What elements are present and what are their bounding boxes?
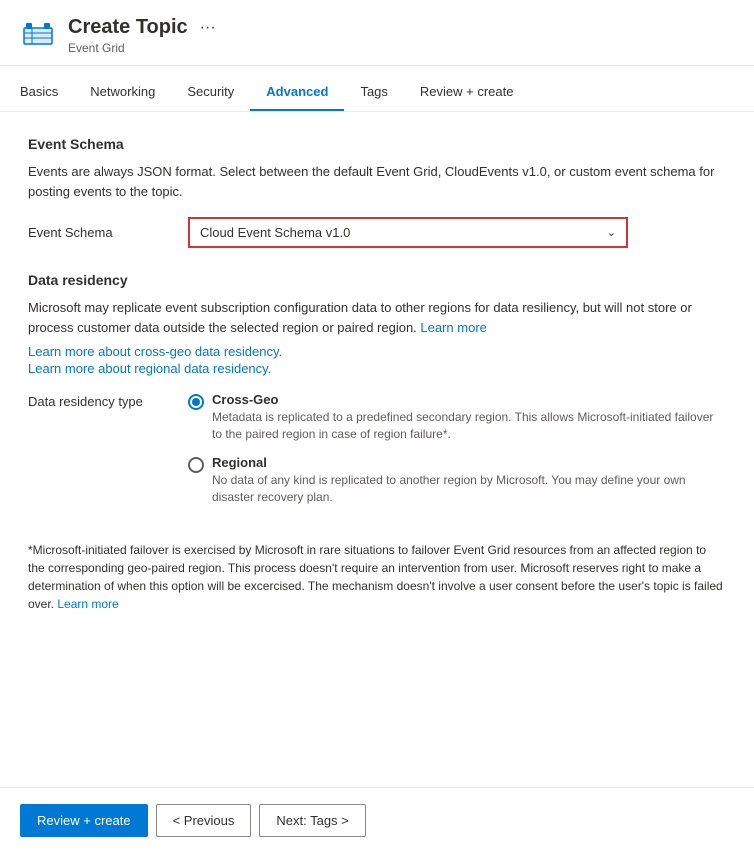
footer-note: *Microsoft-initiated failover is exercis… (28, 537, 726, 613)
tab-networking[interactable]: Networking (74, 74, 171, 111)
title-text: Create Topic (68, 16, 188, 39)
previous-button[interactable]: < Previous (156, 804, 252, 837)
event-schema-section-title: Event Schema (28, 136, 726, 152)
chevron-down-icon: ⌄ (607, 226, 616, 239)
tab-bar: Basics Networking Security Advanced Tags… (0, 74, 754, 112)
data-residency-section: Data residency Microsoft may replicate e… (28, 272, 726, 517)
cross-geo-link[interactable]: Learn more about cross-geo data residenc… (28, 344, 726, 359)
event-schema-select-wrapper: Cloud Event Schema v1.0 ⌄ (188, 217, 628, 248)
page-title: Create Topic ··· (68, 16, 220, 39)
radio-options: Cross-Geo Metadata is replicated to a pr… (188, 392, 726, 517)
radio-regional-label-block: Regional No data of any kind is replicat… (212, 455, 726, 506)
page-header: Create Topic ··· Event Grid (0, 0, 754, 66)
event-schema-select[interactable]: Cloud Event Schema v1.0 ⌄ (188, 217, 628, 248)
tab-basics[interactable]: Basics (20, 74, 74, 111)
event-grid-icon (20, 18, 56, 54)
header-text: Create Topic ··· Event Grid (68, 16, 220, 55)
radio-cross-geo-label-block: Cross-Geo Metadata is replicated to a pr… (212, 392, 726, 443)
radio-cross-geo-circle[interactable] (188, 394, 204, 410)
radio-cross-geo[interactable]: Cross-Geo Metadata is replicated to a pr… (188, 392, 726, 443)
radio-row: Data residency type Cross-Geo Metadata i… (28, 392, 726, 517)
regional-desc: No data of any kind is replicated to ano… (212, 472, 726, 506)
main-content: Event Schema Events are always JSON form… (0, 112, 754, 787)
tab-advanced[interactable]: Advanced (250, 74, 344, 111)
ellipsis-button[interactable]: ··· (196, 17, 220, 39)
next-button[interactable]: Next: Tags > (259, 804, 365, 837)
data-residency-type-label: Data residency type (28, 392, 188, 517)
event-schema-value: Cloud Event Schema v1.0 (200, 225, 350, 240)
radio-regional-circle[interactable] (188, 457, 204, 473)
radio-group: Data residency type Cross-Geo Metadata i… (28, 392, 726, 517)
event-schema-description: Events are always JSON format. Select be… (28, 162, 726, 201)
event-schema-field-row: Event Schema Cloud Event Schema v1.0 ⌄ (28, 217, 726, 248)
tab-tags[interactable]: Tags (344, 74, 403, 111)
review-create-button[interactable]: Review + create (20, 804, 148, 837)
data-residency-title: Data residency (28, 272, 726, 288)
radio-regional[interactable]: Regional No data of any kind is replicat… (188, 455, 726, 506)
regional-title: Regional (212, 455, 726, 470)
bottom-bar: Review + create < Previous Next: Tags > (0, 787, 754, 853)
cross-geo-desc: Metadata is replicated to a predefined s… (212, 409, 726, 443)
data-residency-description: Microsoft may replicate event subscripti… (28, 298, 726, 338)
learn-more-residency-link[interactable]: Learn more (420, 320, 486, 335)
radio-regional-input[interactable] (188, 457, 204, 473)
footer-learn-more-link[interactable]: Learn more (57, 597, 118, 611)
event-schema-label: Event Schema (28, 225, 188, 240)
tab-security[interactable]: Security (171, 74, 250, 111)
tab-review-create[interactable]: Review + create (404, 74, 530, 111)
page-subtitle: Event Grid (68, 41, 220, 55)
radio-cross-geo-input[interactable] (188, 394, 204, 410)
regional-link[interactable]: Learn more about regional data residency… (28, 361, 726, 376)
cross-geo-title: Cross-Geo (212, 392, 726, 407)
